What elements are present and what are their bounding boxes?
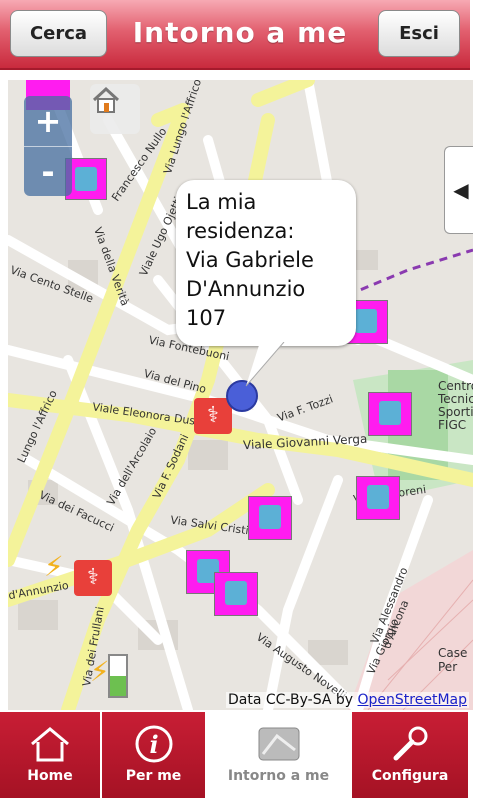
- poi-medical-marker[interactable]: ⚕: [194, 398, 232, 434]
- home-icon: [31, 727, 69, 762]
- tab-configura-label: Configura: [371, 768, 449, 784]
- tab-home-label: Home: [27, 768, 73, 784]
- attribution-text: Data CC-By-SA by: [228, 692, 358, 708]
- openstreetmap-link[interactable]: OpenStreetMap: [358, 692, 467, 708]
- street-label: Via del Pino: [142, 366, 208, 397]
- tab-per-me[interactable]: i Per me: [102, 712, 205, 798]
- bubble-line: La mia: [186, 190, 257, 214]
- tap-icon: [225, 581, 247, 605]
- street-label: Via Cento Stelle: [8, 263, 96, 306]
- map-attribution: Data CC-By-SA by OpenStreetMap: [226, 692, 469, 708]
- street-label: Via dei Facucci: [37, 488, 117, 535]
- poi-energy-marker[interactable]: ⚡: [90, 655, 110, 688]
- top-bar: Cerca Intorno a me Esci: [0, 0, 470, 70]
- home-location-button[interactable]: [90, 84, 140, 134]
- page-title: Intorno a me: [132, 16, 348, 49]
- svg-text:i: i: [149, 730, 158, 759]
- house-icon: [92, 86, 120, 113]
- poi-energy-marker[interactable]: ⚡: [44, 550, 64, 583]
- map-view[interactable]: Francesco Nullo Via Lungo l'Affrico Vial…: [8, 80, 473, 710]
- map-icon: [258, 727, 299, 761]
- bubble-line: D'Annunzio: [186, 277, 306, 301]
- tap-icon: [379, 401, 401, 425]
- tab-per-me-label: Per me: [125, 768, 182, 784]
- street-label: Viale Giovanni Verga: [242, 431, 368, 453]
- poi-medical-marker[interactable]: ⚕: [74, 560, 112, 596]
- triangle-left-icon: ◀: [453, 178, 469, 202]
- street-label: Lungo l'Affrico: [14, 388, 60, 465]
- zoom-control: + -: [24, 96, 72, 196]
- street-label: Via della Verità: [91, 225, 132, 308]
- tab-home[interactable]: Home: [0, 712, 100, 798]
- tap-icon: [367, 485, 389, 509]
- poi-water-marker[interactable]: [356, 476, 400, 520]
- tap-icon: [75, 167, 97, 191]
- poi-water-marker[interactable]: [248, 496, 292, 540]
- street-label: Via F. Sodani: [150, 432, 192, 501]
- bubble-tail: [245, 342, 285, 387]
- tap-icon: [259, 505, 281, 529]
- side-panel-toggle[interactable]: ◀: [444, 146, 473, 234]
- poi-water-marker[interactable]: [214, 572, 258, 616]
- search-button[interactable]: Cerca: [10, 10, 107, 57]
- bubble-line: residenza:: [186, 219, 295, 243]
- wrench-icon: [393, 726, 428, 761]
- street-label: Via Alessandro d'Ancona: [368, 565, 412, 651]
- bubble-line: 107: [186, 306, 227, 330]
- tab-configura[interactable]: Configura: [352, 712, 468, 798]
- exit-button[interactable]: Esci: [378, 10, 460, 57]
- street-label: Francesco Nullo: [109, 125, 170, 204]
- battery-icon: [108, 654, 128, 698]
- place-label: Centro Tecnico Sportivo FIGC: [438, 379, 473, 432]
- tab-intorno-label: Intorno a me: [227, 768, 330, 784]
- zoom-out-button[interactable]: -: [24, 147, 72, 197]
- location-info-bubble[interactable]: La mia residenza: Via Gabriele D'Annunzi…: [176, 180, 356, 346]
- street-label: Via Lungo l'Affrico: [161, 80, 205, 176]
- poi-water-marker[interactable]: [368, 392, 412, 436]
- tap-icon: [355, 309, 377, 333]
- zoom-in-button[interactable]: +: [24, 96, 72, 147]
- bubble-line: Via Gabriele: [186, 248, 314, 272]
- bottom-tab-bar: Home i Per me Intorno a me Configura: [0, 712, 480, 800]
- place-label: Case Per: [438, 646, 468, 674]
- info-icon: i: [135, 725, 172, 763]
- tab-intorno-a-me[interactable]: Intorno a me: [207, 712, 350, 798]
